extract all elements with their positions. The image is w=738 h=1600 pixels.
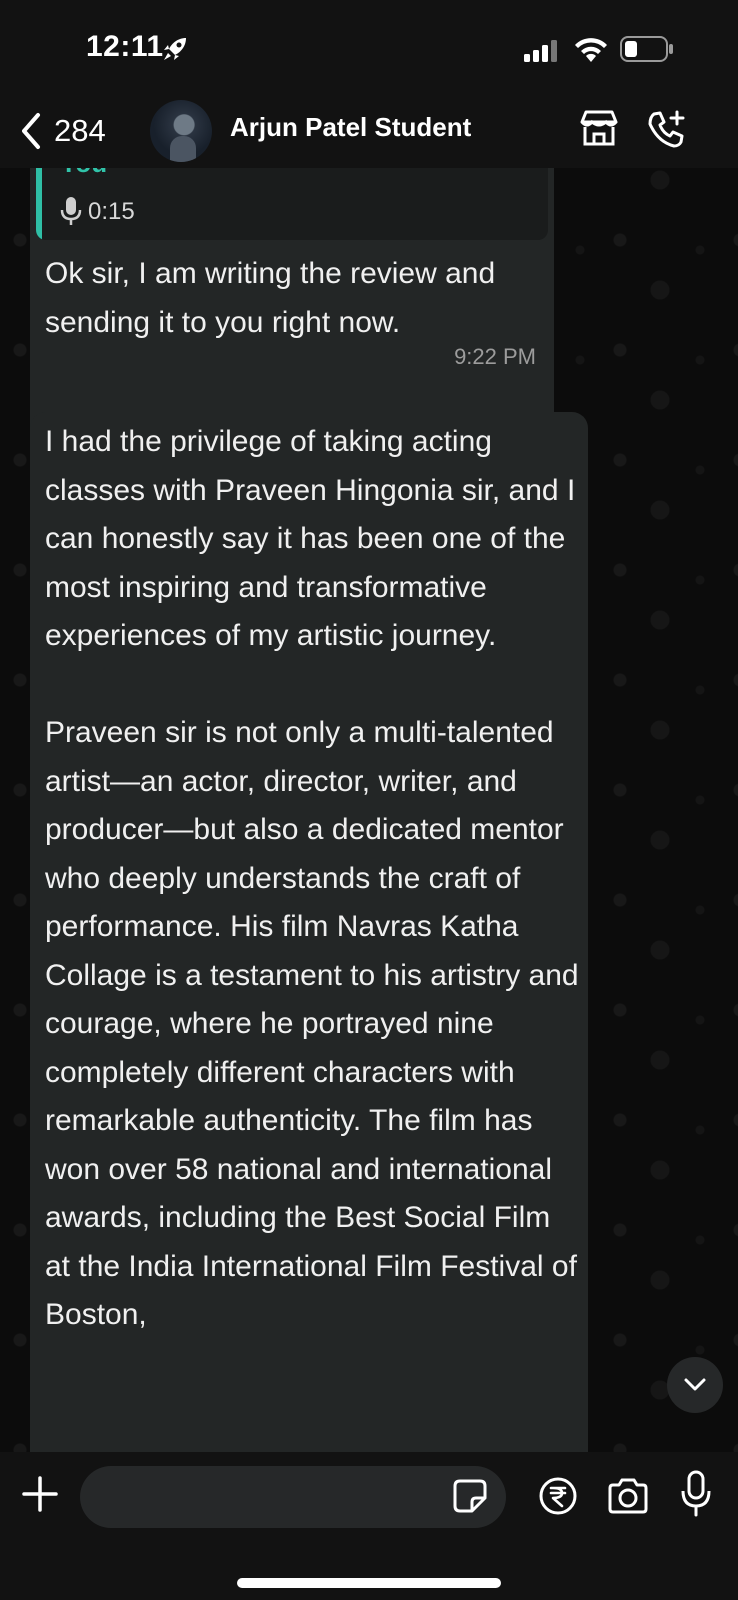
voice-note-duration: 0:15 (88, 198, 135, 225)
contact-avatar[interactable] (150, 100, 212, 162)
microphone-icon[interactable] (680, 1470, 712, 1518)
add-call-icon[interactable] (646, 108, 688, 150)
message-text: I had the privilege of taking acting cla… (45, 425, 579, 1331)
home-indicator (237, 1578, 501, 1588)
reply-accent-bar (36, 168, 42, 240)
rupee-icon[interactable] (538, 1476, 578, 1516)
chat-header: 284 Arjun Patel Student (0, 96, 738, 168)
message-list[interactable]: You 0:15 Ok sir, I am writing the review… (0, 168, 738, 1452)
reply-author: You (60, 168, 107, 179)
back-button[interactable]: 284 (18, 106, 106, 156)
microphone-icon (60, 197, 82, 225)
status-bar: 12:11 (0, 0, 738, 96)
composer-bar (0, 1452, 738, 1600)
battery-icon (620, 36, 673, 62)
message-time: 9:22 PM (454, 344, 536, 369)
unread-count: 284 (54, 113, 106, 148)
chevron-down-icon (684, 1378, 706, 1391)
sticker-icon[interactable] (452, 1478, 488, 1514)
message-bubble[interactable]: I had the privilege of taking acting cla… (30, 412, 588, 1452)
cellular-signal-icon (524, 40, 557, 62)
rocket-icon (164, 38, 186, 60)
store-icon[interactable] (578, 108, 620, 148)
scroll-to-bottom-button[interactable] (667, 1357, 723, 1413)
message-input[interactable] (80, 1466, 506, 1528)
contact-name[interactable]: Arjun Patel Student (230, 112, 471, 143)
wifi-icon (575, 38, 607, 62)
reply-quote[interactable]: You 0:15 (36, 168, 548, 240)
message-text: Ok sir, I am writing the review and send… (45, 257, 496, 339)
status-time: 12:11 (86, 30, 164, 63)
plus-icon[interactable] (22, 1476, 58, 1512)
chevron-left-icon (22, 113, 40, 149)
camera-icon[interactable] (606, 1476, 650, 1516)
